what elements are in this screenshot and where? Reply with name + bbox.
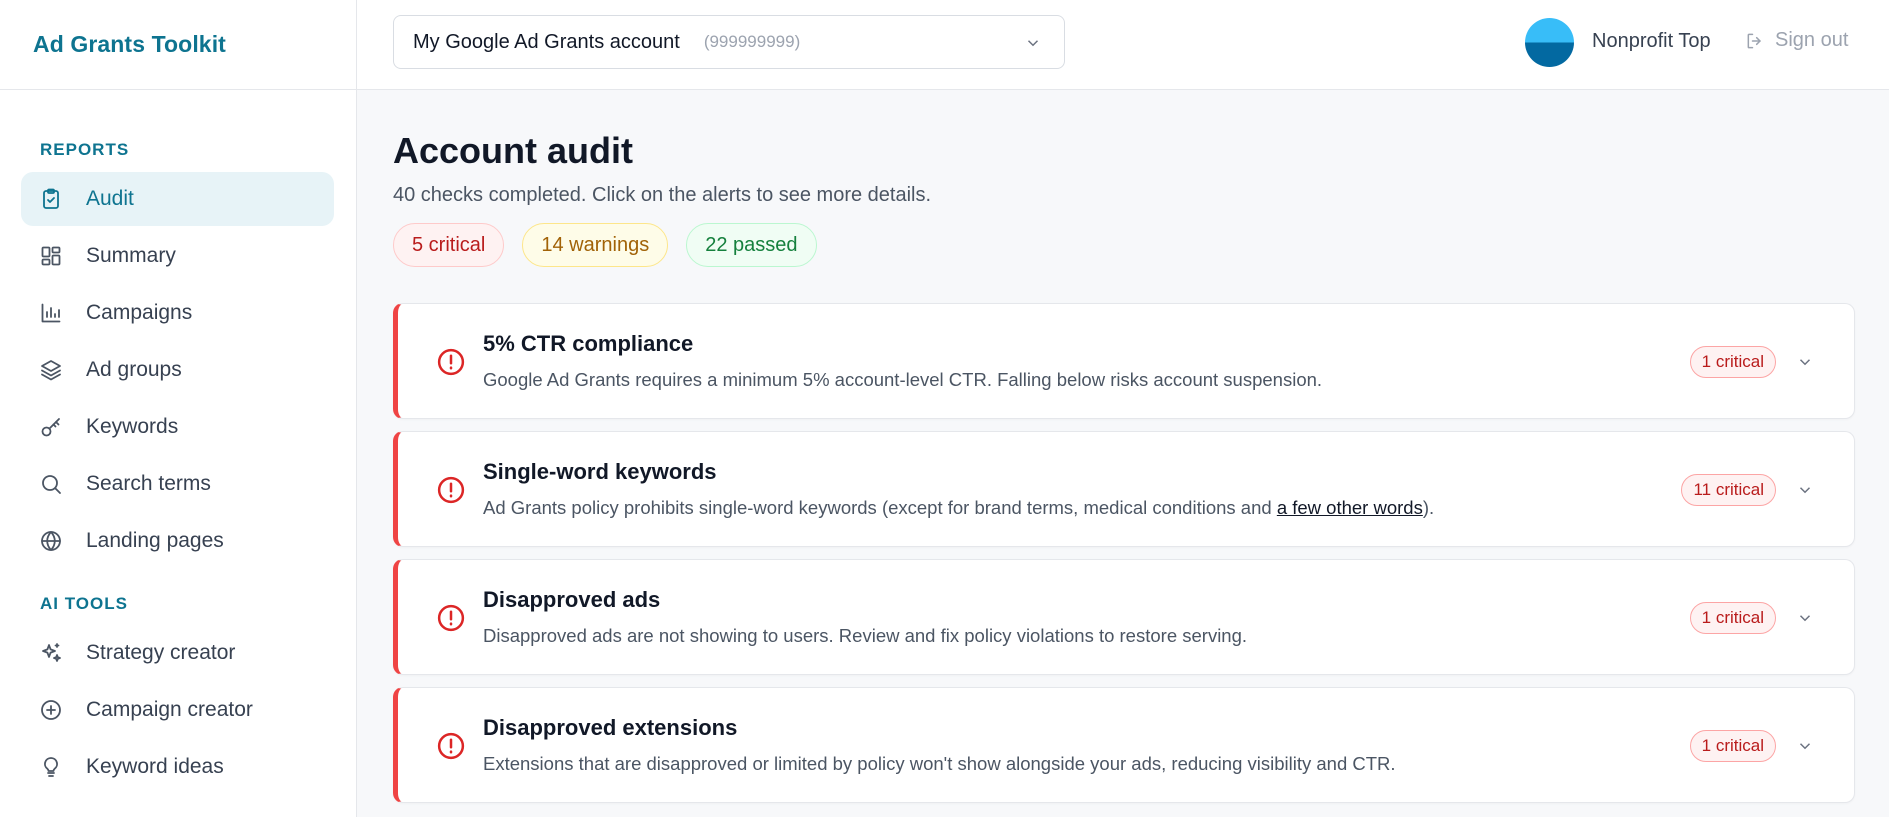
critical-badge: 1 critical	[1689, 602, 1776, 634]
alert-list: 5% CTR compliance Google Ad Grants requi…	[393, 303, 1855, 803]
sidebar-item-label: Keywords	[86, 415, 179, 438]
sidebar-item-label: Search terms	[86, 472, 211, 495]
alert-description: Disapproved ads are not showing to users…	[483, 625, 1248, 646]
page-title: Account audit	[393, 130, 633, 171]
alert-card-single-word-keywords[interactable]: Single-word keywords Ad Grants policy pr…	[393, 431, 1855, 547]
sign-out-label: Sign out	[1775, 29, 1849, 51]
alert-circle-icon	[436, 603, 466, 633]
sidebar-item-audit[interactable]: Audit	[21, 172, 334, 226]
brand-logo[interactable]: Ad Grants Toolkit	[0, 0, 356, 90]
sidebar-item-keyword-ideas[interactable]: Keyword ideas	[21, 740, 334, 794]
sign-out-button[interactable]: Sign out	[1745, 29, 1848, 52]
top-header: My Google Ad Grants account (999999999) …	[357, 0, 1889, 90]
sidebar-item-label: Ad groups	[86, 358, 182, 381]
user-name: Nonprofit Top	[1592, 30, 1711, 52]
key-icon	[39, 415, 63, 439]
sidebar-item-keywords[interactable]: Keywords	[21, 400, 334, 454]
alert-card-ctr-compliance[interactable]: 5% CTR compliance Google Ad Grants requi…	[393, 303, 1855, 419]
sidebar-item-label: Keyword ideas	[86, 755, 224, 778]
sidebar-item-label: Landing pages	[86, 529, 224, 552]
alert-description: Extensions that are disapproved or limit…	[483, 753, 1396, 774]
few-other-words-link[interactable]: a few other words	[1277, 497, 1423, 518]
bar-chart-icon	[39, 301, 63, 325]
clipboard-check-icon	[39, 187, 63, 211]
alert-title: Single-word keywords	[483, 459, 717, 484]
alert-title: 5% CTR compliance	[483, 331, 694, 356]
alert-description: Ad Grants policy prohibits single-word k…	[483, 497, 1434, 519]
search-icon	[39, 472, 63, 496]
sidebar-item-label: Campaign creator	[86, 698, 253, 721]
alert-circle-icon	[436, 347, 466, 377]
sidebar-item-strategy-creator[interactable]: Strategy creator	[21, 626, 334, 680]
alert-card-disapproved-extensions[interactable]: Disapproved extensions Extensions that a…	[393, 687, 1855, 803]
summary-pills: 5 critical 14 warnings 22 passed	[393, 223, 1855, 267]
passed-count-pill[interactable]: 22 passed	[686, 223, 817, 267]
chevron-down-icon[interactable]	[1796, 609, 1814, 627]
globe-icon	[39, 529, 63, 553]
alert-description: Google Ad Grants requires a minimum 5% a…	[483, 369, 1323, 390]
alert-title: Disapproved extensions	[483, 715, 738, 740]
sidebar: Ad Grants Toolkit REPORTS Audit Summary …	[0, 0, 357, 817]
alert-circle-icon	[436, 731, 466, 761]
warnings-count-pill[interactable]: 14 warnings	[522, 223, 669, 267]
sidebar-item-search-terms[interactable]: Search terms	[21, 457, 334, 511]
account-id: (999999999)	[703, 32, 801, 51]
lightbulb-icon	[39, 755, 63, 779]
alert-card-disapproved-ads[interactable]: Disapproved ads Disapproved ads are not …	[393, 559, 1855, 675]
dashboard-icon	[39, 244, 63, 268]
critical-badge: 1 critical	[1689, 346, 1776, 378]
avatar[interactable]	[1525, 18, 1574, 67]
sidebar-item-summary[interactable]: Summary	[21, 229, 334, 283]
critical-badge: 1 critical	[1689, 730, 1776, 762]
sidebar-item-landing-pages[interactable]: Landing pages	[21, 514, 334, 568]
chevron-down-icon[interactable]	[1796, 353, 1814, 371]
sign-out-icon	[1747, 33, 1761, 48]
critical-count-pill[interactable]: 5 critical	[393, 223, 505, 267]
sidebar-item-label: Summary	[86, 244, 176, 267]
alert-description-text: Ad Grants policy prohibits single-word k…	[483, 497, 1277, 518]
account-selector[interactable]: My Google Ad Grants account (999999999)	[393, 15, 1065, 69]
sidebar-item-campaign-creator[interactable]: Campaign creator	[21, 683, 334, 737]
sparkles-icon	[39, 641, 63, 665]
chevron-down-icon	[1024, 34, 1042, 52]
chevron-down-icon[interactable]	[1796, 737, 1814, 755]
page-subtitle: 40 checks completed. Click on the alerts…	[393, 184, 932, 206]
chevron-down-icon[interactable]	[1796, 481, 1814, 499]
critical-badge: 11 critical	[1681, 474, 1776, 506]
main-content: Account audit 40 checks completed. Click…	[393, 90, 1855, 815]
sidebar-item-campaigns[interactable]: Campaigns	[21, 286, 334, 340]
alert-title: Disapproved ads	[483, 587, 661, 612]
alert-circle-icon	[436, 475, 466, 505]
account-name: My Google Ad Grants account	[413, 30, 680, 53]
sidebar-item-label: Audit	[86, 187, 134, 210]
sidebar-item-ad-groups[interactable]: Ad groups	[21, 343, 334, 397]
plus-circle-icon	[39, 698, 63, 722]
sidebar-item-label: Campaigns	[86, 301, 193, 324]
sidebar-item-label: Strategy creator	[86, 641, 236, 664]
layers-icon	[39, 358, 63, 382]
alert-description-text-end: ).	[1422, 497, 1435, 518]
section-label-reports: REPORTS	[40, 140, 130, 159]
section-label-ai-tools: AI TOOLS	[40, 594, 128, 613]
